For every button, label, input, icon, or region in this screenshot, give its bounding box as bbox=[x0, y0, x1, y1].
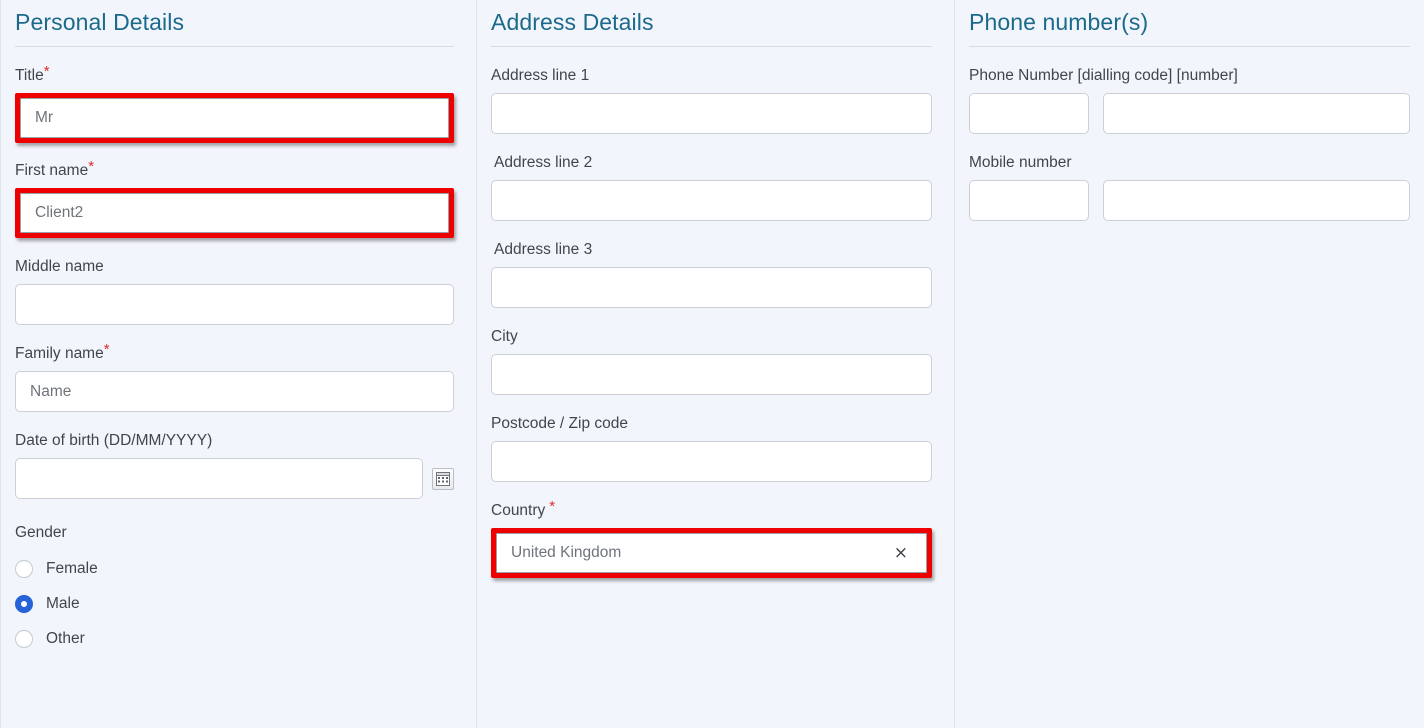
gender-option-other-label: Other bbox=[46, 630, 85, 647]
family-name-label: Family name* bbox=[15, 341, 110, 362]
radio-icon bbox=[15, 629, 33, 648]
postcode-label: Postcode / Zip code bbox=[491, 415, 628, 432]
required-asterisk: * bbox=[103, 341, 110, 358]
required-asterisk: * bbox=[549, 498, 556, 515]
family-name-field-group: Family name* Name bbox=[15, 341, 454, 412]
calendar-icon[interactable] bbox=[432, 467, 454, 490]
postcode-field-group: Postcode / Zip code bbox=[491, 414, 932, 482]
first-name-highlight-box: Client2 bbox=[15, 188, 454, 238]
postcode-input[interactable] bbox=[491, 441, 932, 482]
middle-name-label: Middle name bbox=[15, 258, 104, 275]
address-details-column: Address Details Address line 1 Address l… bbox=[476, 0, 954, 728]
country-value: United Kingdom bbox=[511, 544, 622, 561]
country-highlight-box: United Kingdom × bbox=[491, 528, 932, 578]
title-value: Mr bbox=[35, 109, 54, 126]
address-line-3-label: Address line 3 bbox=[494, 241, 593, 258]
date-of-birth-field-group: Date of birth (DD/MM/YYYY) bbox=[15, 431, 454, 499]
first-name-input[interactable]: Client2 bbox=[20, 193, 449, 233]
phone-numbers-heading: Phone number(s) bbox=[969, 9, 1149, 35]
title-field-group: Title* Mr bbox=[15, 63, 454, 143]
gender-option-male-label: Male bbox=[46, 595, 80, 612]
gender-option-female-label: Female bbox=[46, 560, 98, 577]
personal-details-column: Personal Details Title* Mr First name* C… bbox=[0, 0, 476, 728]
country-label: Country * bbox=[491, 498, 556, 519]
country-field-group: Country * United Kingdom × bbox=[491, 498, 932, 578]
phone-dialling-code-input[interactable] bbox=[969, 93, 1089, 134]
mobile-number-row bbox=[969, 180, 1410, 221]
required-asterisk: * bbox=[88, 158, 95, 175]
phone-number-input[interactable] bbox=[1103, 93, 1410, 134]
address-details-heading: Address Details bbox=[491, 9, 654, 35]
mobile-number-label: Mobile number bbox=[969, 154, 1072, 171]
date-of-birth-row bbox=[15, 458, 454, 499]
country-select[interactable]: United Kingdom × bbox=[496, 533, 927, 573]
address-line-2-field-group: Address line 2 bbox=[491, 153, 932, 221]
city-label: City bbox=[491, 328, 518, 345]
address-line-1-label: Address line 1 bbox=[491, 67, 590, 84]
phone-numbers-column: Phone number(s) Phone Number [dialling c… bbox=[954, 0, 1424, 728]
address-line-3-input[interactable] bbox=[491, 267, 932, 308]
family-name-value: Name bbox=[30, 382, 72, 400]
mobile-dialling-code-input[interactable] bbox=[969, 180, 1089, 221]
address-details-divider bbox=[491, 46, 932, 47]
first-name-field-group: First name* Client2 bbox=[15, 158, 454, 238]
phone-number-label: Phone Number [dialling code] [number] bbox=[969, 67, 1238, 84]
address-line-2-input[interactable] bbox=[491, 180, 932, 221]
first-name-label: First name* bbox=[15, 158, 95, 179]
gender-label: Gender bbox=[15, 524, 67, 541]
phone-number-row bbox=[969, 93, 1410, 134]
phone-number-field-group: Phone Number [dialling code] [number] bbox=[969, 66, 1410, 134]
address-line-3-field-group: Address line 3 bbox=[491, 240, 932, 308]
client-details-form: Personal Details Title* Mr First name* C… bbox=[0, 0, 1424, 728]
address-line-1-input[interactable] bbox=[491, 93, 932, 134]
required-asterisk: * bbox=[43, 63, 50, 80]
address-line-2-label: Address line 2 bbox=[494, 154, 593, 171]
radio-icon bbox=[15, 559, 33, 578]
radio-icon-selected bbox=[15, 594, 33, 613]
first-name-value: Client2 bbox=[35, 204, 84, 221]
middle-name-field-group: Middle name bbox=[15, 257, 454, 325]
personal-details-heading: Personal Details bbox=[15, 9, 185, 35]
personal-details-divider bbox=[15, 46, 454, 47]
address-line-1-field-group: Address line 1 bbox=[491, 66, 932, 134]
title-input[interactable]: Mr bbox=[20, 98, 449, 138]
middle-name-input[interactable] bbox=[15, 284, 454, 325]
title-label: Title* bbox=[15, 63, 50, 84]
mobile-number-input[interactable] bbox=[1103, 180, 1410, 221]
family-name-input[interactable]: Name bbox=[15, 371, 454, 412]
gender-option-female[interactable]: Female bbox=[15, 551, 454, 586]
phone-numbers-divider bbox=[969, 46, 1410, 47]
title-highlight-box: Mr bbox=[15, 93, 454, 143]
mobile-number-field-group: Mobile number bbox=[969, 153, 1410, 221]
date-of-birth-input[interactable] bbox=[15, 458, 423, 499]
city-input[interactable] bbox=[491, 354, 932, 395]
gender-field-group: Gender Female Male Other bbox=[15, 523, 454, 656]
city-field-group: City bbox=[491, 327, 932, 395]
gender-option-male[interactable]: Male bbox=[15, 586, 454, 621]
clear-icon[interactable]: × bbox=[894, 544, 908, 562]
gender-option-other[interactable]: Other bbox=[15, 621, 454, 656]
date-of-birth-label: Date of birth (DD/MM/YYYY) bbox=[15, 432, 213, 449]
